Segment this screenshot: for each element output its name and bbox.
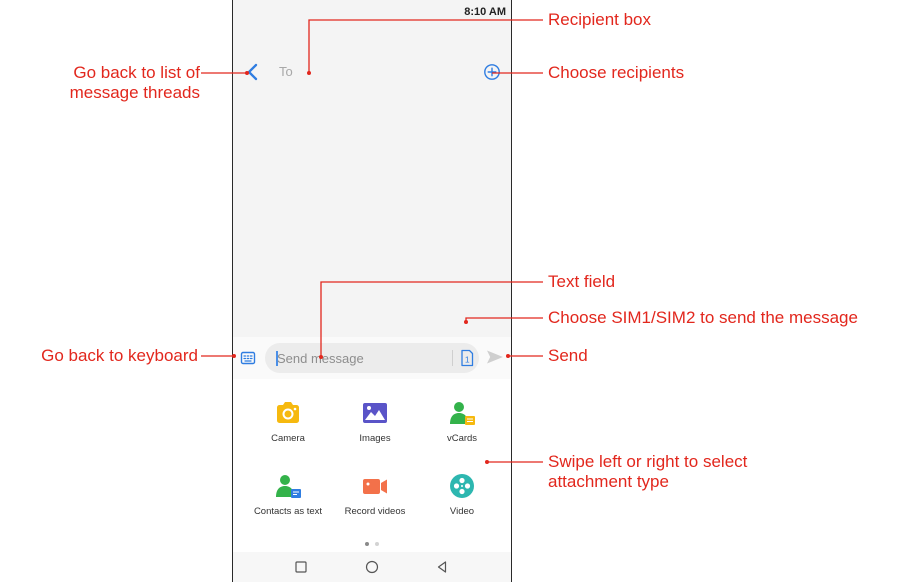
compose-bar: 1 xyxy=(233,337,511,379)
callout-swipe-line2: attachment type xyxy=(548,472,669,491)
attachment-contacts-as-text[interactable]: Contacts as text xyxy=(241,472,335,530)
recipient-field[interactable]: To xyxy=(279,64,293,79)
callout-send: Send xyxy=(548,346,588,365)
phone-screen: 8:10 AM To Send message 1 Camera Images … xyxy=(232,0,512,582)
attachment-label: Camera xyxy=(271,433,305,444)
recents-square-icon xyxy=(295,561,307,573)
message-box: 1 xyxy=(265,343,479,373)
callout-swipe: Swipe left or right to select attachment… xyxy=(548,452,747,492)
add-recipient-button[interactable] xyxy=(483,63,501,81)
page-dot-active[interactable] xyxy=(365,542,369,546)
home-button[interactable] xyxy=(364,559,380,575)
video-icon xyxy=(450,474,474,498)
message-input[interactable] xyxy=(277,348,447,368)
message-thread-area xyxy=(233,92,511,337)
callout-go-back-list-line1: Go back to list of xyxy=(73,63,200,82)
callout-recipient-box: Recipient box xyxy=(548,10,652,29)
back-button[interactable] xyxy=(237,57,267,87)
callout-go-back-keyboard: Go back to keyboard xyxy=(41,346,198,365)
record-video-icon xyxy=(363,479,387,494)
attachment-panel: Camera Images vCards Contacts as text Re… xyxy=(233,379,511,552)
attachment-camera[interactable]: Camera xyxy=(241,399,335,457)
keyboard-toggle-button[interactable] xyxy=(239,349,257,367)
images-icon xyxy=(363,403,387,423)
compose-header: To xyxy=(233,54,511,90)
attachment-video[interactable]: Video xyxy=(415,472,509,530)
navigation-bar xyxy=(233,552,511,582)
attachment-label: Video xyxy=(449,506,475,517)
send-icon xyxy=(487,350,503,364)
page-dot[interactable] xyxy=(375,542,379,546)
page-indicator xyxy=(233,542,511,548)
vcard-icon xyxy=(450,402,475,425)
callout-go-back-list-line2: message threads xyxy=(69,83,200,102)
chevron-left-icon xyxy=(247,63,258,81)
sim-select-button[interactable]: 1 xyxy=(459,349,475,367)
camera-icon xyxy=(277,402,299,423)
back-triangle-icon xyxy=(437,561,447,573)
callout-swipe-line1: Swipe left or right to select xyxy=(548,452,748,471)
contact-text-icon xyxy=(276,475,301,498)
status-bar: 8:10 AM xyxy=(233,0,511,22)
attachment-record-videos[interactable]: Record videos xyxy=(328,472,422,530)
status-time: 8:10 AM xyxy=(464,6,506,18)
sim-number: 1 xyxy=(465,354,470,364)
callout-go-back-list: Go back to list of message threads xyxy=(70,63,200,103)
attachment-images[interactable]: Images xyxy=(328,399,422,457)
attachment-label: Images xyxy=(359,433,391,444)
divider xyxy=(452,350,453,366)
attachment-label: Record videos xyxy=(344,506,406,517)
keyboard-icon xyxy=(240,351,256,365)
attachment-label: Contacts as text xyxy=(253,506,323,517)
recents-button[interactable] xyxy=(293,559,309,575)
nav-back-button[interactable] xyxy=(434,559,450,575)
callout-text-field: Text field xyxy=(548,272,616,291)
add-circle-icon xyxy=(484,64,500,80)
callout-choose-sim: Choose SIM1/SIM2 to send the message xyxy=(548,308,858,327)
attachment-label: vCards xyxy=(446,433,478,444)
sim-card-icon: 1 xyxy=(461,349,474,367)
home-circle-icon xyxy=(365,560,379,574)
callout-choose-recipients: Choose recipients xyxy=(548,63,685,82)
attachment-vcards[interactable]: vCards xyxy=(415,399,509,457)
send-button[interactable] xyxy=(485,348,505,366)
